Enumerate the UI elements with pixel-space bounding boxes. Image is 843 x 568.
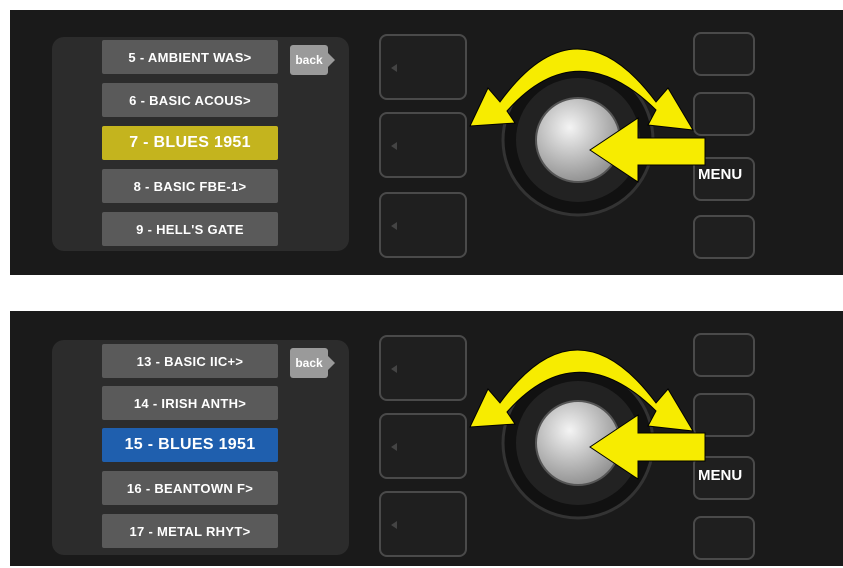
amp-panel-2: 13 - BASIC IIC+> 14 - IRISH ANTH> 15 - B… (10, 311, 843, 566)
encoder-diagram (469, 349, 706, 520)
preset-list-screen: 13 - BASIC IIC+> 14 - IRISH ANTH> 15 - B… (52, 340, 349, 555)
preset-item[interactable]: 13 - BASIC IIC+> (102, 344, 278, 378)
preset-item[interactable]: 16 - BEANTOWN F> (102, 471, 278, 505)
preset-item-selected[interactable]: 7 - BLUES 1951 (102, 126, 278, 160)
preset-item[interactable]: 14 - IRISH ANTH> (102, 386, 278, 420)
preset-list-screen: 5 - AMBIENT WAS> 6 - BASIC ACOUS> 7 - BL… (52, 37, 349, 251)
preset-item-selected[interactable]: 15 - BLUES 1951 (102, 428, 278, 462)
preset-item[interactable]: 17 - METAL RHYT> (102, 514, 278, 548)
soft-button-1[interactable] (379, 34, 467, 100)
soft-button-3[interactable] (379, 192, 467, 258)
soft-button-2[interactable] (379, 112, 467, 178)
soft-button-2[interactable] (379, 413, 467, 479)
back-button[interactable]: back (290, 348, 335, 378)
preset-item[interactable]: 5 - AMBIENT WAS> (102, 40, 278, 74)
back-button[interactable]: back (290, 45, 335, 75)
amp-panel-1: 5 - AMBIENT WAS> 6 - BASIC ACOUS> 7 - BL… (10, 10, 843, 275)
encoder-diagram (469, 48, 706, 217)
soft-button-3[interactable] (379, 491, 467, 557)
preset-item[interactable]: 8 - BASIC FBE-1> (102, 169, 278, 203)
preset-item[interactable]: 9 - HELL'S GATE (102, 212, 278, 246)
soft-button-1[interactable] (379, 335, 467, 401)
preset-item[interactable]: 6 - BASIC ACOUS> (102, 83, 278, 117)
